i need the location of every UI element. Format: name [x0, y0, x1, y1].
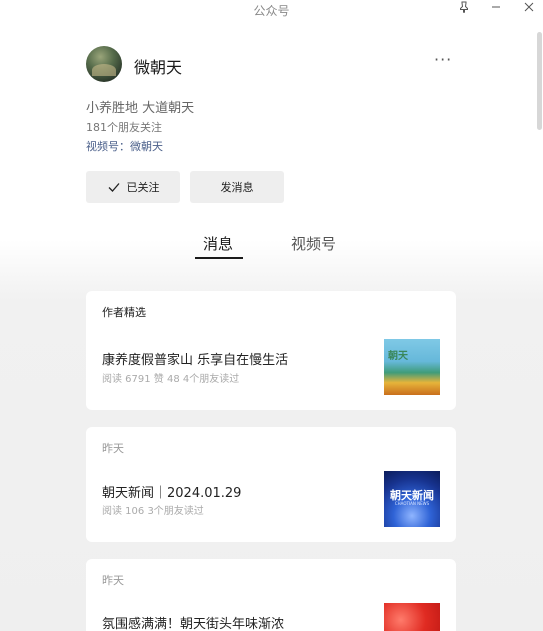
article-card[interactable]: 昨天 朝天新闻｜2024.01.29 阅读 106 3个朋友读过 朝天新闻 CH…	[86, 427, 456, 542]
follow-button-label: 已关注	[126, 181, 160, 194]
scrollbar[interactable]	[537, 32, 542, 130]
pin-icon[interactable]	[454, 0, 474, 14]
article-title[interactable]: 氛围感满满！朝天街头年味渐浓	[102, 613, 284, 631]
article-meta: 阅读 6791 赞 48 4个朋友读过	[102, 374, 240, 385]
article-title[interactable]: 康养度假普家山 乐享自在慢生活	[102, 349, 288, 368]
article-title[interactable]: 朝天新闻｜2024.01.29	[102, 482, 241, 501]
avatar[interactable]	[86, 46, 122, 82]
send-message-label: 发消息	[220, 181, 254, 194]
card-header: 作者精选	[102, 306, 146, 319]
article-thumbnail[interactable]	[384, 603, 440, 631]
article-card[interactable]: 作者精选 康养度假普家山 乐享自在慢生活 阅读 6791 赞 48 4个朋友读过…	[86, 291, 456, 410]
article-meta: 阅读 106 3个朋友读过	[102, 506, 204, 517]
minimize-icon[interactable]	[486, 0, 506, 14]
thumbnail-subtext: CHAOTIAN NEWS	[394, 501, 430, 506]
thumbnail-text: 朝天	[388, 351, 408, 362]
article-thumbnail[interactable]: 朝天新闻 CHAOTIAN NEWS	[384, 471, 440, 527]
card-header: 昨天	[102, 442, 124, 455]
card-header: 昨天	[102, 574, 124, 587]
article-card[interactable]: 昨天 氛围感满满！朝天街头年味渐浓	[86, 559, 456, 631]
article-thumbnail[interactable]: 朝天	[384, 339, 440, 395]
title-bar: 公众号	[0, 0, 543, 20]
account-bio: 小养胜地 大道朝天	[86, 101, 195, 116]
follow-button[interactable]: 已关注	[86, 171, 180, 203]
active-tab-indicator	[195, 257, 243, 259]
close-icon[interactable]	[519, 0, 539, 14]
send-message-button[interactable]: 发消息	[190, 171, 284, 203]
tab-video-channel[interactable]: 视频号	[291, 233, 336, 254]
account-name: 微朝天	[134, 58, 183, 77]
check-icon	[108, 183, 119, 192]
followers-count: 181个朋友关注	[86, 121, 162, 134]
tab-messages[interactable]: 消息	[203, 233, 233, 254]
channel-link[interactable]: 视频号：微朝天	[86, 138, 163, 154]
more-options-icon[interactable]: ···	[434, 52, 454, 70]
